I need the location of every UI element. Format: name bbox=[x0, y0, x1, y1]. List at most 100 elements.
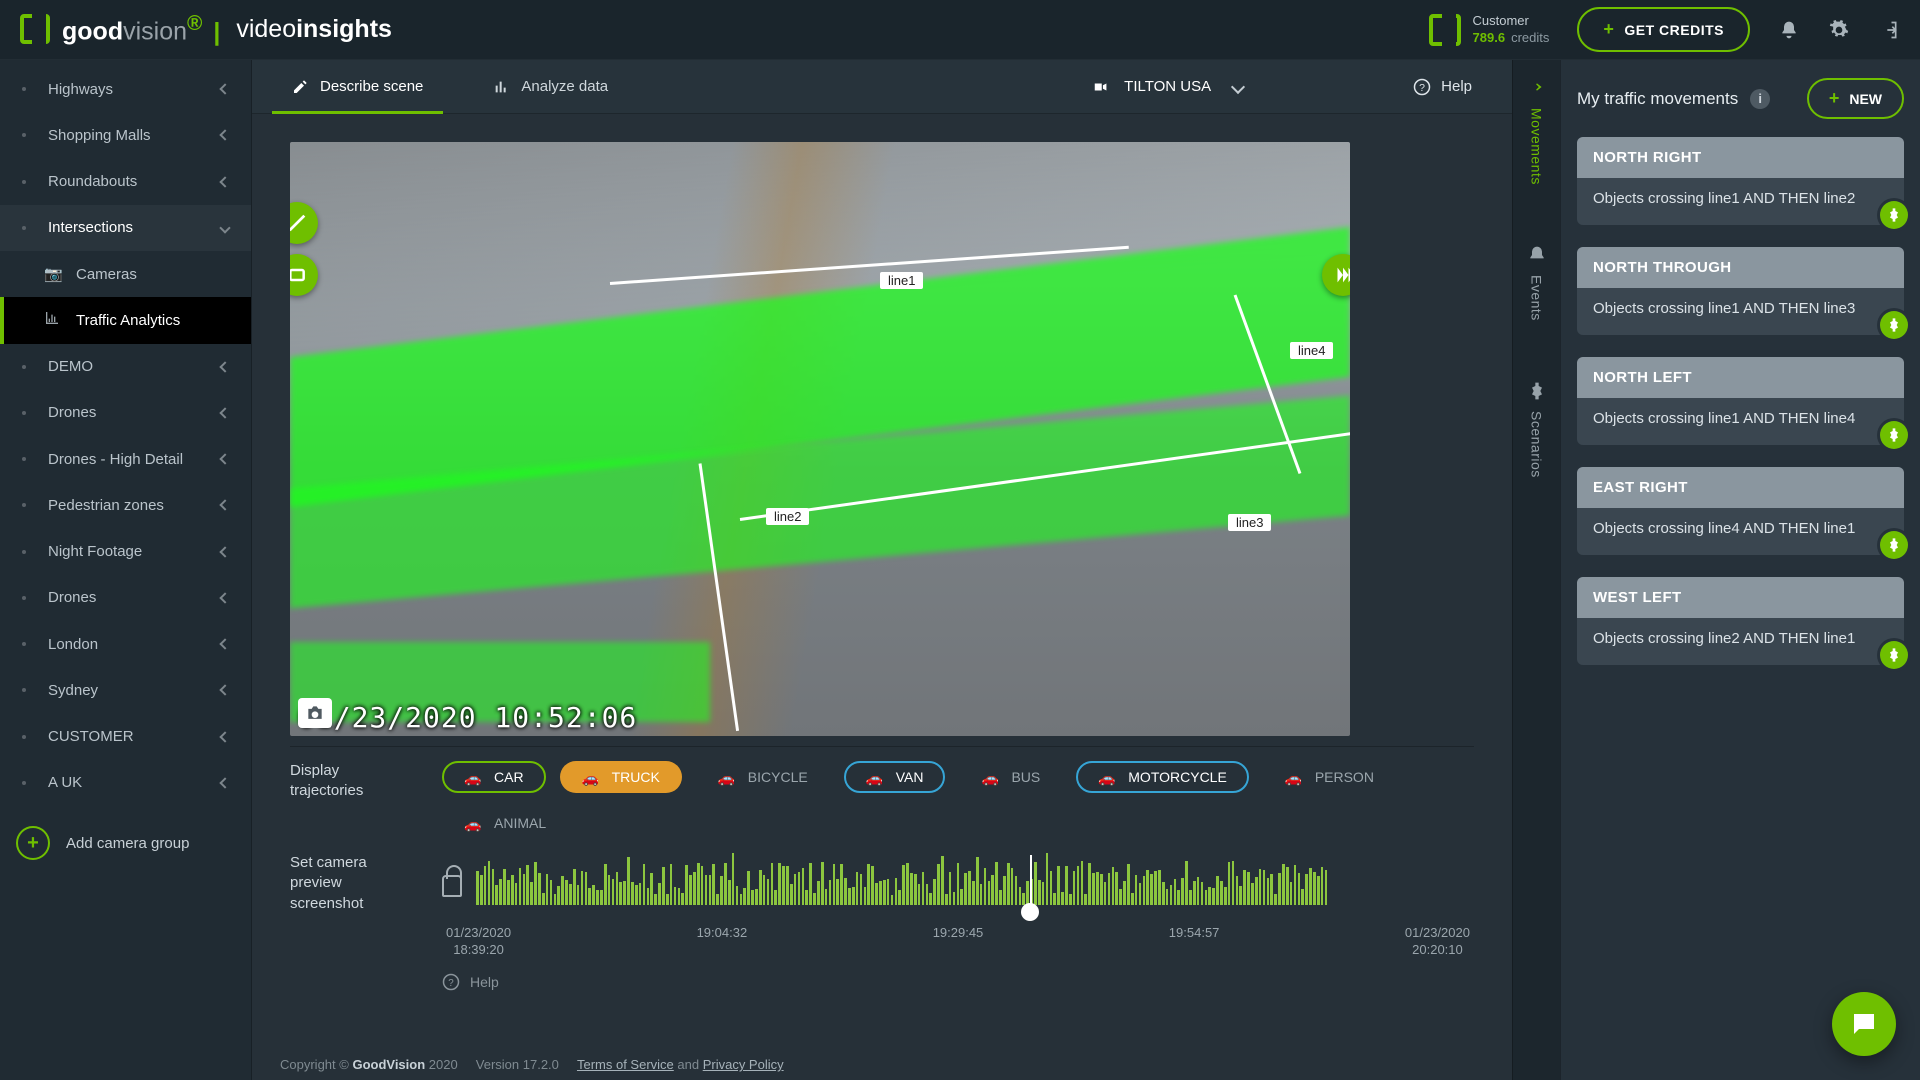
help-circle-icon: ? bbox=[1413, 78, 1431, 96]
customer-block[interactable]: Customer 789.6credits bbox=[1429, 13, 1550, 47]
privacy-link[interactable]: Privacy Policy bbox=[703, 1057, 784, 1072]
sidebar-item-drones-hd[interactable]: Drones - High Detail bbox=[0, 436, 251, 482]
movement-card-title: EAST RIGHT bbox=[1577, 467, 1904, 508]
bell-icon[interactable] bbox=[1778, 19, 1800, 41]
sidebar-item-shopping-malls[interactable]: Shopping Malls bbox=[0, 112, 251, 158]
plus-icon: + bbox=[1603, 19, 1614, 40]
movement-card-badge[interactable] bbox=[1880, 641, 1908, 669]
sidebar-item-drones-2[interactable]: Drones bbox=[0, 575, 251, 621]
sidebar-item-drones[interactable]: Drones bbox=[0, 390, 251, 436]
movement-card[interactable]: NORTH THROUGHObjects crossing line1 AND … bbox=[1577, 247, 1904, 335]
sidebar-sub-cameras[interactable]: 📷 Cameras bbox=[0, 251, 251, 297]
movement-card-badge[interactable] bbox=[1880, 531, 1908, 559]
timeline-tick: 19:29:45 bbox=[933, 925, 984, 959]
tos-link[interactable]: Terms of Service bbox=[577, 1057, 674, 1072]
chip-motorcycle[interactable]: 🚗MOTORCYCLE bbox=[1076, 761, 1249, 793]
sidebar-item-london[interactable]: London bbox=[0, 621, 251, 667]
plus-circle-icon: + bbox=[16, 826, 50, 860]
rail-tab-events[interactable]: Events bbox=[1527, 245, 1547, 321]
chip-truck[interactable]: 🚗TRUCK bbox=[560, 761, 682, 793]
movement-card-badge[interactable] bbox=[1880, 421, 1908, 449]
chip-bus[interactable]: 🚗BUS bbox=[959, 761, 1062, 793]
camera-icon: 📷 bbox=[44, 265, 62, 283]
sidebar-item-night[interactable]: Night Footage bbox=[0, 529, 251, 575]
tab-analyze-data[interactable]: Analyze data bbox=[493, 60, 608, 113]
movement-card-title: WEST LEFT bbox=[1577, 577, 1904, 618]
new-movement-button[interactable]: + NEW bbox=[1807, 78, 1904, 119]
timeline-help[interactable]: ? Help bbox=[442, 973, 1474, 991]
tool-rect-button[interactable] bbox=[290, 254, 318, 296]
sidebar-item-roundabouts[interactable]: Roundabouts bbox=[0, 159, 251, 205]
movements-icon bbox=[1526, 76, 1548, 98]
topbar: goodvision® | videoinsights Customer 789… bbox=[0, 0, 1920, 60]
chart-icon bbox=[44, 310, 62, 330]
rail-tab-movements[interactable]: Movements bbox=[1526, 76, 1548, 185]
sidebar: Highways Shopping Malls Roundabouts Inte… bbox=[0, 60, 252, 1080]
movements-title: My traffic movements bbox=[1577, 89, 1738, 109]
sidebar-item-pedestrian[interactable]: Pedestrian zones bbox=[0, 482, 251, 528]
chip-car[interactable]: 🚗CAR bbox=[442, 761, 546, 793]
movements-panel: My traffic movements i + NEW NORTH RIGHT… bbox=[1560, 60, 1920, 1080]
add-camera-group-button[interactable]: + Add camera group bbox=[0, 806, 251, 880]
movement-card-badge[interactable] bbox=[1880, 311, 1908, 339]
sidebar-item-intersections[interactable]: Intersections bbox=[0, 205, 251, 251]
movement-card-title: NORTH LEFT bbox=[1577, 357, 1904, 398]
movement-card[interactable]: WEST LEFTObjects crossing line2 AND THEN… bbox=[1577, 577, 1904, 665]
sidebar-item-highways[interactable]: Highways bbox=[0, 66, 251, 112]
movement-card-title: NORTH THROUGH bbox=[1577, 247, 1904, 288]
line-label-2: line2 bbox=[766, 508, 809, 525]
tab-describe-scene[interactable]: Describe scene bbox=[292, 60, 423, 113]
chip-van[interactable]: 🚗VAN bbox=[844, 761, 946, 793]
timeline-tick: 19:54:57 bbox=[1169, 925, 1220, 959]
sidebar-sub-traffic-analytics[interactable]: Traffic Analytics bbox=[0, 297, 251, 343]
chevron-down-icon bbox=[1231, 79, 1245, 93]
customer-logo-icon bbox=[1429, 14, 1461, 46]
gear-icon[interactable] bbox=[1828, 19, 1850, 41]
footer: Copyright © GoodVision 2020 Version 17.2… bbox=[280, 1057, 784, 1072]
logout-icon[interactable] bbox=[1878, 19, 1900, 41]
center-panel: Describe scene Analyze data TILTON USA ?… bbox=[252, 60, 1512, 1080]
logo-icon bbox=[20, 14, 50, 44]
sidebar-item-sydney[interactable]: Sydney bbox=[0, 667, 251, 713]
movement-card-desc: Objects crossing line2 AND THEN line1 bbox=[1577, 618, 1904, 665]
timeline-slider[interactable] bbox=[476, 859, 1474, 905]
tabs: Describe scene Analyze data TILTON USA ?… bbox=[252, 60, 1512, 114]
camera-select[interactable]: TILTON USA bbox=[1090, 78, 1243, 95]
movement-card[interactable]: NORTH RIGHTObjects crossing line1 AND TH… bbox=[1577, 137, 1904, 225]
customer-credits: 789.6credits bbox=[1473, 30, 1550, 47]
customer-label: Customer bbox=[1473, 13, 1550, 30]
logo-subtext: videoinsights bbox=[236, 15, 392, 44]
help-button[interactable]: ? Help bbox=[1413, 78, 1472, 96]
timeline-tick: 01/23/202020:20:10 bbox=[1405, 925, 1470, 959]
rail-tab-scenarios[interactable]: Scenarios bbox=[1527, 381, 1547, 478]
movement-card-desc: Objects crossing line1 AND THEN line4 bbox=[1577, 398, 1904, 445]
tool-line-button[interactable] bbox=[290, 202, 318, 244]
info-icon[interactable]: i bbox=[1750, 89, 1770, 109]
chat-icon bbox=[1849, 1009, 1879, 1039]
chip-bicycle[interactable]: 🚗BICYCLE bbox=[696, 761, 830, 793]
get-credits-button[interactable]: + GET CREDITS bbox=[1577, 7, 1750, 52]
chat-fab-button[interactable] bbox=[1832, 992, 1896, 1056]
chip-person[interactable]: 🚗PERSON bbox=[1263, 761, 1396, 793]
line-label-4: line4 bbox=[1290, 342, 1333, 359]
movement-card-desc: Objects crossing line1 AND THEN line2 bbox=[1577, 178, 1904, 225]
timeline-tick: 01/23/202018:39:20 bbox=[446, 925, 511, 959]
scene-canvas[interactable]: line1 line4 line2 line3 01/23/2020 10:52… bbox=[290, 142, 1350, 736]
scenarios-icon bbox=[1527, 381, 1547, 401]
logo[interactable]: goodvision® | videoinsights bbox=[20, 12, 392, 46]
screenshot-button[interactable] bbox=[298, 698, 332, 728]
movement-card[interactable]: NORTH LEFTObjects crossing line1 AND THE… bbox=[1577, 357, 1904, 445]
sidebar-item-demo[interactable]: DEMO bbox=[0, 344, 251, 390]
movement-card-desc: Objects crossing line4 AND THEN line1 bbox=[1577, 508, 1904, 555]
trajectory-chips: 🚗CAR 🚗TRUCK 🚗BICYCLE 🚗VAN 🚗BUS 🚗MOTORCYCLE 🚗PE… bbox=[442, 747, 1474, 853]
timeline-label: Set camera preview screenshot bbox=[290, 853, 410, 991]
lock-icon[interactable] bbox=[442, 875, 462, 897]
chip-animal[interactable]: 🚗ANIMAL bbox=[442, 807, 568, 839]
events-icon bbox=[1527, 245, 1547, 265]
sidebar-item-customer[interactable]: CUSTOMER bbox=[0, 714, 251, 760]
right-rail: Movements Events Scenarios bbox=[1512, 60, 1560, 1080]
timeline-ticks: 01/23/202018:39:2019:04:3219:29:4519:54:… bbox=[442, 921, 1474, 959]
movement-card[interactable]: EAST RIGHTObjects crossing line4 AND THE… bbox=[1577, 467, 1904, 555]
sidebar-item-auk[interactable]: A UK bbox=[0, 760, 251, 806]
movement-card-badge[interactable] bbox=[1880, 201, 1908, 229]
